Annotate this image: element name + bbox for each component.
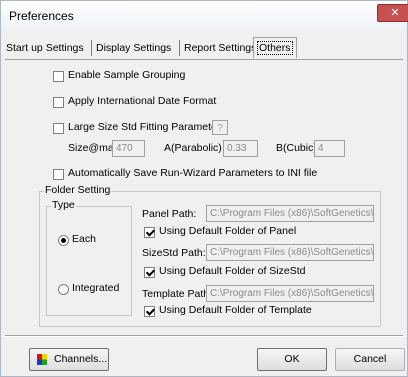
template-default-folder-label: Using Default Folder of Template bbox=[159, 304, 312, 316]
type-group bbox=[46, 206, 132, 316]
sizestd-default-folder-checkbox[interactable] bbox=[144, 267, 155, 278]
panel-default-folder-label: Using Default Folder of Panel bbox=[159, 225, 297, 237]
sizestd-path-input[interactable]: C:\Program Files (x86)\SoftGenetics\G bbox=[206, 244, 374, 261]
type-integrated-radio[interactable] bbox=[58, 284, 69, 295]
auto-save-runwizard-checkbox[interactable] bbox=[53, 169, 64, 180]
international-date-label: Apply International Date Format bbox=[68, 95, 217, 107]
template-path-input[interactable]: C:\Program Files (x86)\SoftGenetics\G bbox=[206, 285, 374, 302]
tab-divider bbox=[91, 40, 92, 56]
preferences-window: Preferences ✕ Start up Settings Display … bbox=[0, 0, 408, 377]
b-cubic-input[interactable]: 4 bbox=[314, 140, 345, 157]
tab-report-settings[interactable]: Report Settings bbox=[183, 39, 257, 57]
close-icon: ✕ bbox=[390, 7, 400, 19]
tab-divider bbox=[179, 40, 180, 56]
folder-setting-label: Folder Setting bbox=[44, 184, 112, 196]
sizestd-path-label: SizeStd Path: bbox=[142, 247, 206, 259]
title-bar[interactable]: Preferences ✕ bbox=[1, 1, 408, 29]
cancel-button[interactable]: Cancel bbox=[335, 348, 405, 371]
international-date-checkbox[interactable] bbox=[53, 97, 64, 108]
auto-save-runwizard-label: Automatically Save Run-Wizard Parameters… bbox=[68, 167, 318, 179]
b-cubic-label: B(Cubic) bbox=[276, 142, 317, 154]
channels-button-label: Channels... bbox=[54, 353, 108, 365]
a-parabolic-label: A(Parabolic) bbox=[164, 142, 222, 154]
tab-others[interactable]: Others bbox=[253, 37, 297, 58]
panel-path-label: Panel Path: bbox=[142, 208, 197, 220]
tab-startup-settings[interactable]: Start up Settings bbox=[5, 39, 85, 57]
type-label: Type bbox=[51, 199, 76, 211]
large-size-std-checkbox[interactable] bbox=[53, 123, 64, 134]
help-button[interactable]: ? bbox=[212, 120, 228, 135]
channels-button[interactable]: Channels... bbox=[29, 348, 109, 371]
enable-sample-grouping-label: Enable Sample Grouping bbox=[68, 69, 186, 81]
tab-display-settings[interactable]: Display Settings bbox=[95, 39, 172, 57]
sizestd-default-folder-label: Using Default Folder of SizeStd bbox=[159, 265, 306, 277]
enable-sample-grouping-checkbox[interactable] bbox=[53, 71, 64, 82]
panel-path-input[interactable]: C:\Program Files (x86)\SoftGenetics\G bbox=[206, 205, 374, 222]
button-separator bbox=[5, 335, 403, 337]
ok-button[interactable]: OK bbox=[257, 348, 327, 371]
large-size-std-label: Large Size Std Fitting Parameters bbox=[68, 121, 226, 133]
template-path-label: Template Path: bbox=[142, 288, 213, 300]
question-icon: ? bbox=[217, 123, 223, 134]
a-parabolic-input[interactable]: 0.33 bbox=[223, 140, 258, 157]
size-max-input[interactable]: 470 bbox=[112, 140, 145, 157]
channels-icon bbox=[37, 354, 47, 365]
panel-default-folder-checkbox[interactable] bbox=[144, 227, 155, 238]
template-default-folder-checkbox[interactable] bbox=[144, 306, 155, 317]
tab-others-label: Others bbox=[257, 41, 293, 55]
type-each-radio[interactable] bbox=[58, 235, 69, 246]
type-integrated-label: Integrated bbox=[72, 282, 120, 294]
type-each-label: Each bbox=[72, 233, 96, 245]
close-button[interactable]: ✕ bbox=[377, 4, 408, 22]
window-title: Preferences bbox=[9, 9, 74, 23]
